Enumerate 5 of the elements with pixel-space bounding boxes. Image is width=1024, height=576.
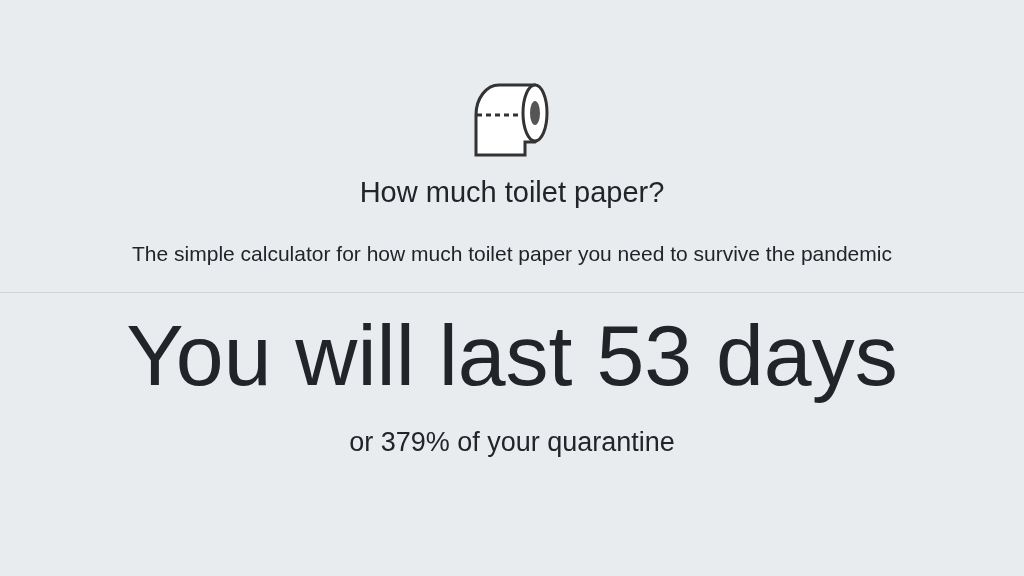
toilet-paper-roll-icon: [473, 82, 551, 158]
result-headline: You will last 53 days: [126, 306, 898, 405]
page-title: How much toilet paper?: [359, 175, 665, 210]
subtitle: The simple calculator for how much toilet paper you need to survive the pandemic: [132, 241, 892, 267]
result-detail: or 379% of your quarantine: [349, 426, 675, 459]
